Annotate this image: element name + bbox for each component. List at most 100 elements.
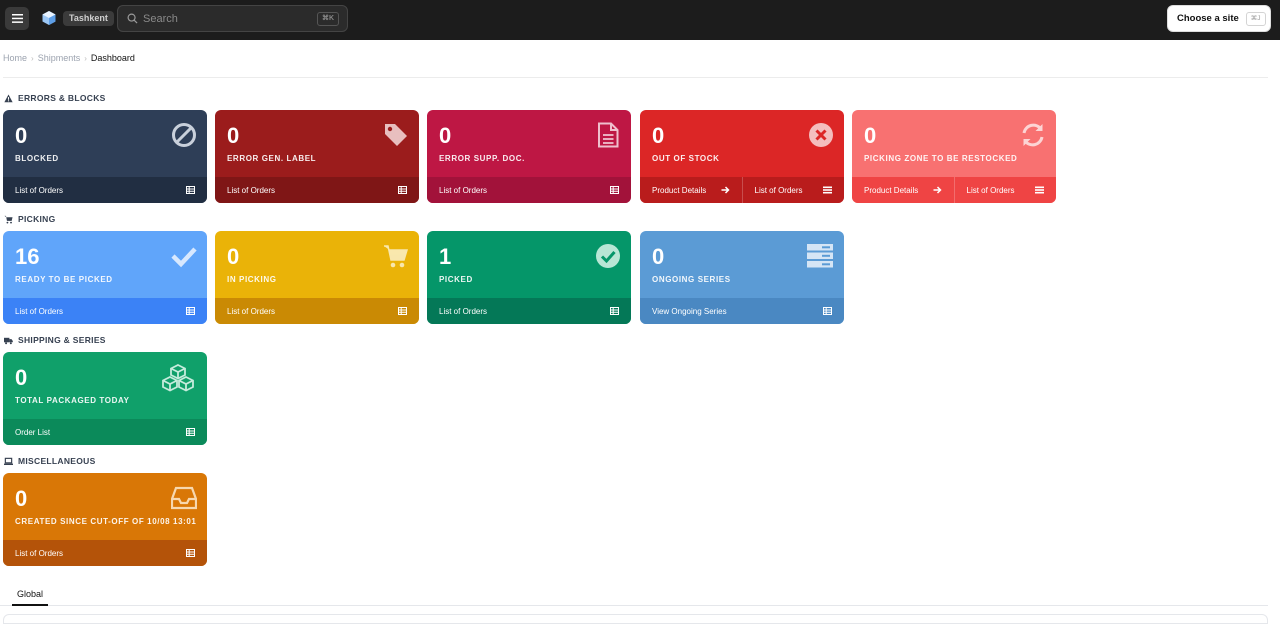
table-icon: [186, 186, 195, 194]
card-value: 0: [227, 123, 240, 148]
foot-link-label: List of Orders: [439, 306, 488, 316]
product-details-link[interactable]: Product Details: [640, 177, 742, 203]
foot-link-label: List of Orders: [966, 185, 1015, 195]
table-icon: [823, 307, 832, 315]
refresh-icon: [1022, 123, 1044, 147]
search-input[interactable]: Search ⌘K: [117, 5, 348, 32]
check-icon: [171, 247, 197, 268]
foot-link-label: List of Orders: [227, 306, 276, 316]
card-ongoing-series: 0 ONGOING SERIES View Ongoing Series: [640, 231, 844, 324]
site-badge[interactable]: Tashkent: [63, 11, 114, 26]
card-label: PICKING ZONE TO BE RESTOCKED: [864, 154, 1018, 163]
search-shortcut-badge: ⌘K: [316, 12, 339, 26]
card-total-packaged-today: 0 TOTAL PACKAGED TODAY Order List: [3, 352, 207, 445]
card-ready-to-be-picked: 16 READY TO BE PICKED List of Orders: [3, 231, 207, 324]
foot-link-label: Order List: [15, 427, 51, 437]
product-details-link[interactable]: Product Details: [852, 177, 954, 203]
card-value: 0: [15, 486, 28, 511]
list-of-orders-link[interactable]: List of Orders: [215, 298, 419, 324]
card-blocked: 0 BLOCKED List of Orders: [3, 110, 207, 203]
list-of-orders-link[interactable]: List of Orders: [215, 177, 419, 203]
list-of-orders-link[interactable]: List of Orders: [427, 298, 631, 324]
foot-link-label: List of Orders: [439, 185, 488, 195]
foot-link-label: View Ongoing Series: [652, 306, 727, 316]
foot-link-label: List of Orders: [754, 185, 803, 195]
card-value: 0: [227, 244, 240, 269]
ban-icon: [172, 123, 196, 147]
card-label: BLOCKED: [15, 154, 59, 163]
card-error-supp-doc: 0 ERROR SUPP. DOC. List of Orders: [427, 110, 631, 203]
arrow-right-icon: [721, 186, 730, 194]
breadcrumb-separator: ›: [31, 53, 34, 63]
card-label: PICKED: [439, 275, 473, 284]
list-of-orders-link[interactable]: List of Orders: [3, 298, 207, 324]
inbox-icon: [171, 486, 197, 510]
section-title-picking: PICKING: [4, 214, 56, 224]
card-value: 0: [439, 123, 452, 148]
warning-icon: [4, 93, 13, 102]
breadcrumb-divider: [3, 77, 1268, 78]
search-placeholder: Search: [143, 13, 178, 25]
table-icon: [398, 186, 407, 194]
foot-link-label: List of Orders: [15, 306, 64, 316]
cube-logo-icon[interactable]: [41, 10, 57, 26]
cart-icon: [384, 245, 409, 268]
card-error-gen-label: 0 ERROR GEN. LABEL List of Orders: [215, 110, 419, 203]
table-icon: [610, 307, 619, 315]
card-label: ERROR GEN. LABEL: [227, 154, 317, 163]
section-title-shipping: SHIPPING & SERIES: [4, 335, 106, 345]
card-label: READY TO BE PICKED: [15, 275, 113, 284]
list-icon: [1035, 186, 1044, 194]
laptop-icon: [4, 457, 13, 465]
tag-icon: [385, 124, 407, 146]
breadcrumb: Home › Shipments › Dashboard: [3, 53, 135, 63]
card-value: 16: [15, 244, 40, 269]
card-in-picking: 0 IN PICKING List of Orders: [215, 231, 419, 324]
section-title-errors: ERRORS & BLOCKS: [4, 93, 106, 103]
table-icon: [186, 307, 195, 315]
section-title-shipping-label: SHIPPING & SERIES: [18, 335, 106, 345]
table-icon: [186, 549, 195, 557]
list-of-orders-link[interactable]: List of Orders: [953, 177, 1057, 203]
hamburger-menu-button[interactable]: [5, 7, 29, 30]
section-title-misc-label: MISCELLANEOUS: [18, 456, 96, 466]
hamburger-icon: [11, 14, 23, 23]
breadcrumb-home[interactable]: Home: [3, 53, 27, 63]
tab-bar: Global: [0, 584, 1268, 606]
card-label: IN PICKING: [227, 275, 277, 284]
card-picked: 1 PICKED List of Orders: [427, 231, 631, 324]
truck-icon: [4, 337, 13, 344]
search-icon: [127, 13, 138, 24]
order-list-link[interactable]: Order List: [3, 419, 207, 445]
card-label: ONGOING SERIES: [652, 275, 731, 284]
card-label: ERROR SUPP. DOC.: [439, 154, 525, 163]
card-label: OUT OF STOCK: [652, 154, 720, 163]
tab-content-panel: [3, 614, 1268, 624]
arrow-right-icon: [933, 186, 942, 194]
server-icon: [807, 244, 833, 268]
breadcrumb-shipments[interactable]: Shipments: [38, 53, 81, 63]
list-of-orders-link[interactable]: List of Orders: [427, 177, 631, 203]
card-value: 0: [15, 365, 28, 390]
tab-global[interactable]: Global: [12, 584, 49, 606]
card-created-since-cutoff: 0 CREATED SINCE CUT-OFF OF 10/08 13:01 L…: [3, 473, 207, 566]
check-circle-icon: [596, 244, 620, 268]
foot-link-label: Product Details: [652, 185, 707, 195]
card-value: 1: [439, 244, 452, 269]
view-ongoing-series-link[interactable]: View Ongoing Series: [640, 298, 844, 324]
foot-link-label: List of Orders: [227, 185, 276, 195]
section-title-picking-label: PICKING: [18, 214, 56, 224]
cart-icon: [4, 215, 13, 224]
card-picking-zone-restock: 0 PICKING ZONE TO BE RESTOCKED Product D…: [852, 110, 1056, 203]
cubes-icon: [162, 364, 194, 392]
foot-link-label: Product Details: [864, 185, 919, 195]
card-label: TOTAL PACKAGED TODAY: [15, 396, 130, 405]
card-out-of-stock: 0 OUT OF STOCK Product Details List of O…: [640, 110, 844, 203]
choose-site-button[interactable]: Choose a site ⌘J: [1167, 5, 1271, 32]
list-of-orders-link[interactable]: List of Orders: [3, 177, 207, 203]
table-icon: [610, 186, 619, 194]
table-icon: [186, 428, 195, 436]
list-of-orders-link[interactable]: List of Orders: [3, 540, 207, 566]
list-of-orders-link[interactable]: List of Orders: [741, 177, 845, 203]
choose-site-shortcut-badge: ⌘J: [1245, 11, 1266, 26]
